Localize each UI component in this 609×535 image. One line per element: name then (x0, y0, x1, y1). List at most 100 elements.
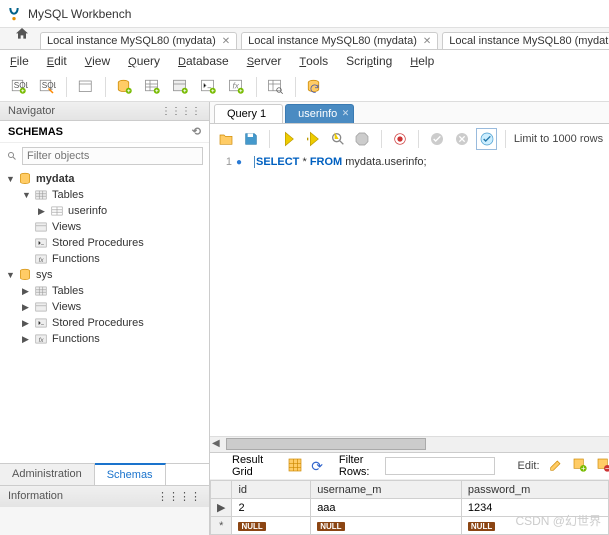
editor-tabs: Query 1 userinfo✕ (210, 102, 609, 124)
doc-tab-2[interactable]: Local instance MySQL80 (mydata)✕ (241, 32, 438, 49)
toggle-stop-on-error-icon[interactable] (389, 128, 410, 150)
col-header-password[interactable]: password_m (461, 481, 608, 499)
tree-stored-procedures[interactable]: Stored Procedures (0, 235, 209, 251)
filter-rows-label: Filter Rows: (331, 450, 378, 482)
tree-tables[interactable]: ▼Tables (0, 187, 209, 203)
new-schema-icon[interactable] (114, 76, 136, 98)
doc-tab-label: Local instance MySQL80 (mydata) (47, 35, 216, 47)
cell[interactable]: 2 (232, 499, 311, 517)
new-procedure-icon[interactable] (198, 76, 220, 98)
inspector-icon[interactable] (75, 76, 97, 98)
tree-label: userinfo (68, 205, 107, 217)
new-function-icon[interactable]: fx (226, 76, 248, 98)
navigator-toggle-icon[interactable]: ⋮⋮⋮⋮ (161, 106, 201, 117)
scroll-thumb[interactable] (226, 438, 426, 450)
tree-db-sys[interactable]: ▼sys (0, 267, 209, 283)
horizontal-scrollbar[interactable]: ◀ (210, 436, 609, 452)
add-row-icon[interactable] (572, 457, 588, 476)
tree-label: Functions (52, 333, 100, 345)
cell-null[interactable]: NULL (232, 517, 311, 535)
schema-tree[interactable]: ▼mydata ▼Tables ▶userinfo Views Stored P… (0, 169, 209, 463)
table-icon (50, 204, 64, 218)
open-sql-icon[interactable]: SQL (36, 76, 58, 98)
delete-row-icon[interactable] (596, 457, 609, 476)
line-gutter: 1● (210, 156, 250, 436)
sql-editor[interactable]: 1● SELECT * FROM mydata.userinfo; (210, 154, 609, 436)
tree-views[interactable]: ▶Views (0, 299, 209, 315)
doc-tab-3[interactable]: Local instance MySQL80 (mydat (442, 32, 609, 49)
window-title: MySQL Workbench (28, 7, 131, 21)
folder-tables-icon (34, 284, 48, 298)
new-table-icon[interactable] (142, 76, 164, 98)
grid-icon[interactable] (287, 457, 303, 476)
scroll-left-icon[interactable]: ◀ (212, 438, 220, 449)
edit-row-icon[interactable] (548, 457, 564, 476)
tree-label: Tables (52, 189, 84, 201)
navigator-header: Navigator ⋮⋮⋮⋮ (0, 102, 209, 121)
tab-query1[interactable]: Query 1 (214, 104, 283, 123)
execute-icon[interactable] (278, 128, 299, 150)
database-icon (18, 172, 32, 186)
tab-userinfo[interactable]: userinfo✕ (285, 104, 354, 123)
tab-schemas[interactable]: Schemas (95, 463, 166, 485)
result-grid-label[interactable]: Result Grid (224, 450, 271, 482)
menu-scripting[interactable]: Scripting (346, 54, 392, 68)
schemas-label: SCHEMAS (8, 126, 63, 138)
row-indicator[interactable]: ▶ (211, 499, 232, 517)
refresh-icon[interactable]: ⟲ (192, 125, 201, 138)
tree-stored-procedures[interactable]: ▶Stored Procedures (0, 315, 209, 331)
menu-file[interactable]: File (10, 54, 29, 68)
menu-view[interactable]: View (85, 54, 110, 68)
tree-table-userinfo[interactable]: ▶userinfo (0, 203, 209, 219)
row-limit-label[interactable]: Limit to 1000 rows (514, 133, 603, 145)
close-icon[interactable]: ✕ (423, 36, 431, 47)
search-icon (6, 150, 18, 162)
folder-views-icon (34, 300, 48, 314)
tree-label: mydata (36, 173, 75, 185)
doc-tab-1[interactable]: Local instance MySQL80 (mydata) ✕ (40, 32, 237, 49)
editor-area: Query 1 userinfo✕ Limit to 1000 rows 1● … (210, 102, 609, 535)
menu-server[interactable]: Server (247, 54, 282, 68)
cell[interactable]: aaa (311, 499, 462, 517)
navigator-title: Navigator (8, 105, 55, 117)
execute-current-icon[interactable] (303, 128, 324, 150)
sql-text[interactable]: SELECT * FROM mydata.userinfo; (250, 156, 427, 436)
row-indicator-new[interactable]: * (211, 517, 232, 535)
tree-functions[interactable]: ▶fxFunctions (0, 331, 209, 347)
autocommit-icon[interactable] (476, 128, 497, 150)
rollback-icon[interactable] (452, 128, 473, 150)
new-view-icon[interactable] (170, 76, 192, 98)
commit-icon[interactable] (427, 128, 448, 150)
menu-tools[interactable]: Tools (299, 54, 328, 68)
information-toggle-icon[interactable]: ⋮⋮⋮⋮ (157, 490, 201, 503)
tree-views[interactable]: Views (0, 219, 209, 235)
explain-icon[interactable] (327, 128, 348, 150)
open-file-icon[interactable] (216, 128, 237, 150)
tree-tables[interactable]: ▶Tables (0, 283, 209, 299)
menu-query[interactable]: Query (128, 54, 160, 68)
menu-help[interactable]: Help (410, 54, 434, 68)
edit-label: Edit: (517, 460, 539, 472)
editor-tab-label: Query 1 (227, 108, 266, 120)
menu-edit[interactable]: Edit (47, 54, 67, 68)
revert-icon[interactable] (304, 76, 326, 98)
editor-toolbar: Limit to 1000 rows (210, 124, 609, 154)
close-icon[interactable]: ✕ (342, 108, 350, 119)
filter-objects-input[interactable] (22, 147, 203, 165)
tree-functions[interactable]: fxFunctions (0, 251, 209, 267)
new-sql-tab-icon[interactable]: SQL (8, 76, 30, 98)
col-header-id[interactable]: id (232, 481, 311, 499)
close-icon[interactable]: ✕ (222, 36, 230, 47)
filter-rows-input[interactable] (385, 457, 495, 475)
col-header-username[interactable]: username_m (311, 481, 462, 499)
home-tab[interactable] (10, 26, 40, 49)
search-table-icon[interactable] (265, 76, 287, 98)
stop-icon[interactable] (352, 128, 373, 150)
refresh-icon[interactable]: ⟳ (311, 458, 323, 475)
cell-null[interactable]: NULL (311, 517, 462, 535)
tree-db-mydata[interactable]: ▼mydata (0, 171, 209, 187)
menu-database[interactable]: Database (178, 54, 229, 68)
save-icon[interactable] (241, 128, 262, 150)
tab-administration[interactable]: Administration (0, 464, 95, 485)
sidebar-bottom-tabs: Administration Schemas Information ⋮⋮⋮⋮ (0, 463, 209, 535)
